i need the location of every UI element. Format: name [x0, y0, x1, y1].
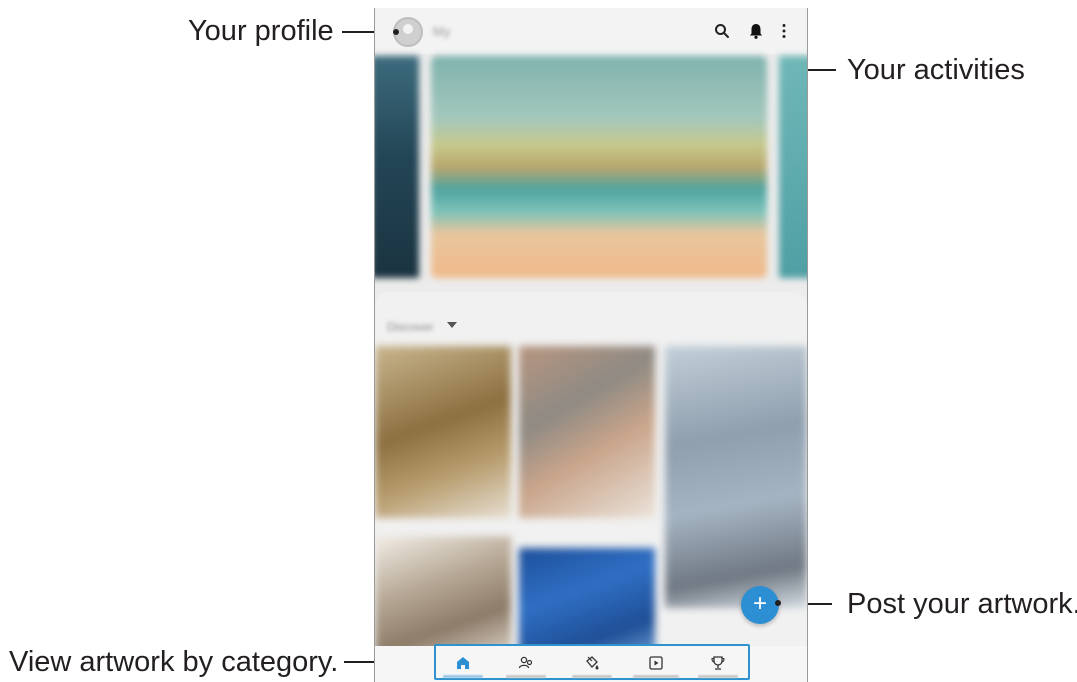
paint-bucket-icon[interactable]	[583, 654, 601, 672]
artwork-thumbnail[interactable]	[519, 346, 655, 518]
callout-your-activities: Your activities	[847, 54, 1025, 86]
nav-label-challenges	[698, 675, 738, 678]
app-header: My	[375, 8, 807, 54]
people-icon[interactable]	[517, 654, 535, 672]
artwork-thumbnail[interactable]	[375, 346, 511, 518]
post-artwork-button[interactable]: +	[741, 586, 779, 624]
callout-your-profile: Your profile	[188, 15, 334, 47]
leader-dot-profile	[393, 29, 399, 35]
more-options-icon[interactable]	[775, 22, 793, 40]
nav-label-video	[633, 675, 679, 678]
leader-dot-post	[775, 600, 781, 606]
featured-banner[interactable]	[431, 56, 767, 278]
nav-label-coloring	[572, 675, 612, 678]
artwork-thumbnail[interactable]	[375, 536, 511, 656]
play-icon[interactable]	[647, 654, 665, 672]
profile-name[interactable]: My	[433, 24, 450, 39]
search-icon[interactable]	[713, 22, 731, 40]
feed-filter-dropdown[interactable]: Discover	[387, 320, 434, 334]
phone-screen: My Discover +	[374, 8, 808, 682]
plus-icon: +	[752, 590, 767, 617]
callout-view-by-category: View artwork by category.	[9, 646, 339, 678]
callout-post-artwork: Post your artwork.	[847, 588, 1077, 620]
chevron-down-icon[interactable]	[447, 322, 457, 328]
home-icon[interactable]	[454, 654, 472, 672]
trophy-icon[interactable]	[709, 654, 727, 672]
artwork-thumbnail[interactable]	[519, 548, 655, 658]
nav-label-people	[506, 675, 546, 678]
banner-next[interactable]	[779, 56, 807, 278]
nav-label-home	[443, 675, 483, 678]
bell-icon[interactable]	[747, 22, 765, 40]
banner-previous[interactable]	[375, 56, 419, 278]
artwork-thumbnail[interactable]	[665, 346, 807, 608]
